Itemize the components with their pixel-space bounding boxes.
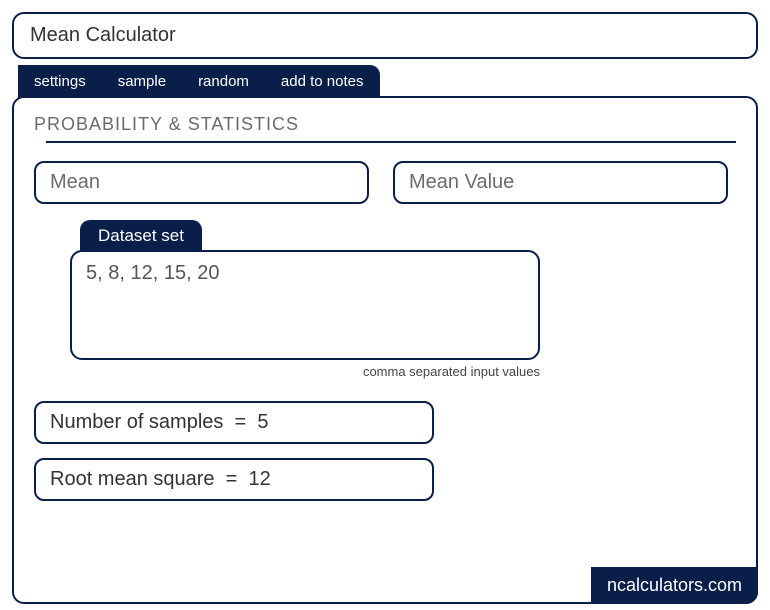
rms-result: Root mean square = 12: [34, 458, 434, 501]
branding-badge: ncalculators.com: [591, 567, 758, 604]
field-row: Mean Mean Value: [34, 161, 736, 204]
samples-value: 5: [257, 411, 268, 433]
tab-random[interactable]: random: [182, 65, 265, 98]
dataset-input[interactable]: 5, 8, 12, 15, 20: [70, 250, 540, 360]
section-title: PROBABILITY & STATISTICS: [34, 114, 736, 143]
samples-label: Number of samples: [50, 411, 223, 433]
dataset-helper-text: comma separated input values: [70, 364, 540, 379]
dataset-badge: Dataset set: [80, 220, 202, 252]
page-title: Mean Calculator: [30, 24, 176, 46]
tab-sample[interactable]: sample: [102, 65, 182, 98]
rms-label: Root mean square: [50, 468, 215, 490]
mean-label-field[interactable]: Mean: [34, 161, 369, 204]
tab-settings[interactable]: settings: [18, 65, 102, 98]
samples-result: Number of samples = 5: [34, 401, 434, 444]
tabs-container: settings sample random add to notes: [18, 65, 380, 98]
tab-add-to-notes[interactable]: add to notes: [265, 65, 380, 98]
rms-value: 12: [248, 468, 270, 490]
dataset-section: Dataset set 5, 8, 12, 15, 20 comma separ…: [70, 220, 736, 379]
main-panel: PROBABILITY & STATISTICS Mean Mean Value…: [12, 96, 758, 604]
mean-value-field[interactable]: Mean Value: [393, 161, 728, 204]
title-bar: Mean Calculator: [12, 12, 758, 59]
